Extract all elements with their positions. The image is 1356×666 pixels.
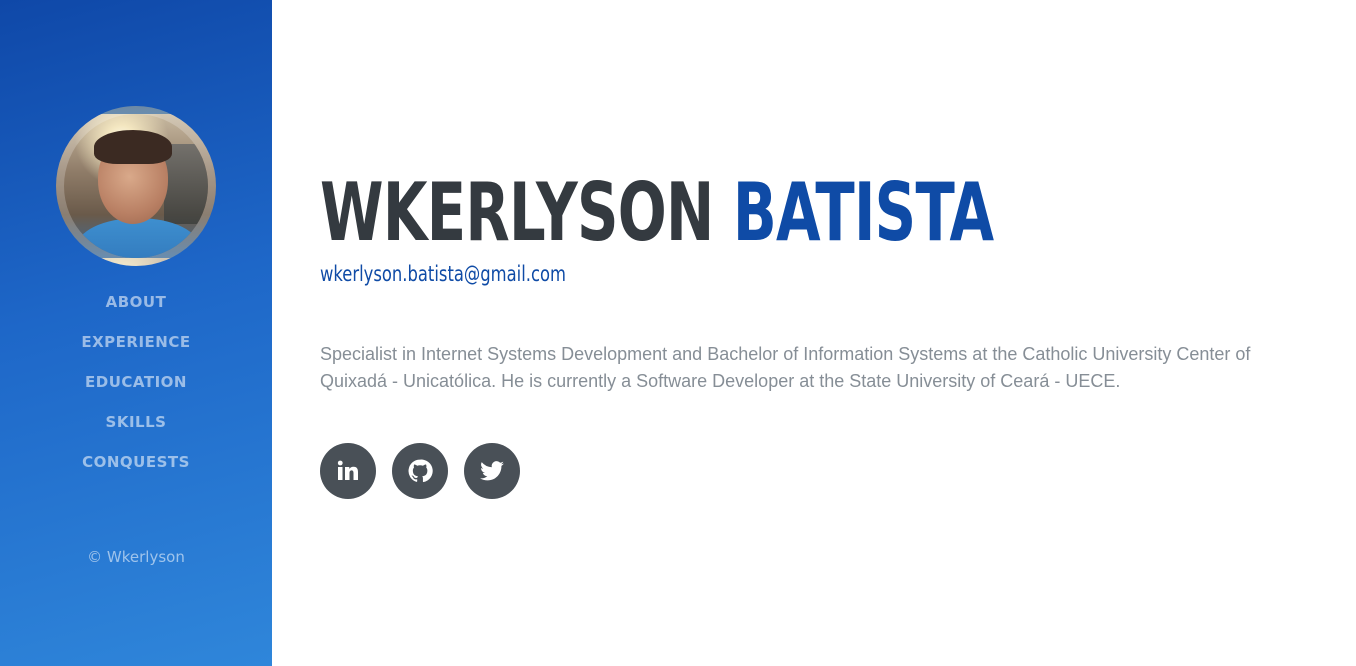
nav-link-experience[interactable]: EXPERIENCE bbox=[81, 333, 190, 351]
github-icon bbox=[408, 459, 433, 483]
nav-link-skills[interactable]: SKILLS bbox=[106, 413, 167, 431]
sidebar-item-experience: EXPERIENCE bbox=[0, 324, 272, 364]
nav-link-education[interactable]: EDUCATION bbox=[85, 373, 187, 391]
nav-link-conquests[interactable]: CONQUESTS bbox=[82, 453, 190, 471]
sidebar-item-about: ABOUT bbox=[0, 284, 272, 324]
copyright-text: © Wkerlyson bbox=[87, 548, 185, 566]
avatar-hair bbox=[94, 130, 172, 164]
twitter-icon bbox=[480, 461, 504, 481]
bio-text: Specialist in Internet Systems Developme… bbox=[320, 344, 1251, 391]
email-link[interactable]: wkerlyson.batista@gmail.com bbox=[320, 262, 566, 286]
first-name: WKERLYSON bbox=[320, 166, 714, 259]
page-title: WKERLYSON BATISTA bbox=[320, 166, 994, 259]
linkedin-button[interactable] bbox=[320, 443, 376, 499]
social-links bbox=[320, 443, 520, 499]
page: ABOUT EXPERIENCE EDUCATION SKILLS CONQUE… bbox=[0, 0, 1356, 666]
avatar-shirt bbox=[76, 218, 200, 258]
github-button[interactable] bbox=[392, 443, 448, 499]
sidebar: ABOUT EXPERIENCE EDUCATION SKILLS CONQUE… bbox=[0, 0, 272, 666]
sidebar-item-conquests: CONQUESTS bbox=[0, 444, 272, 484]
sidebar-nav: ABOUT EXPERIENCE EDUCATION SKILLS CONQUE… bbox=[0, 284, 272, 484]
nav-link-about[interactable]: ABOUT bbox=[106, 293, 167, 311]
twitter-button[interactable] bbox=[464, 443, 520, 499]
linkedin-icon bbox=[337, 460, 358, 480]
last-name: BATISTA bbox=[732, 166, 994, 259]
sidebar-item-skills: SKILLS bbox=[0, 404, 272, 444]
avatar bbox=[56, 106, 216, 266]
sidebar-item-education: EDUCATION bbox=[0, 364, 272, 404]
